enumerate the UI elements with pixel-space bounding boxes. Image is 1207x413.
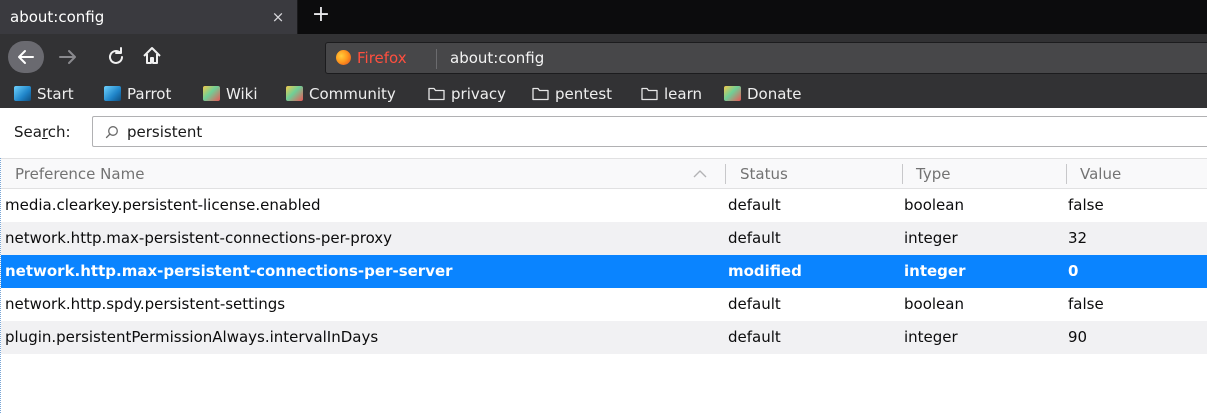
preferences-table: Preference Name Status Type Value media.…: [0, 158, 1207, 413]
column-header-status[interactable]: Status: [740, 165, 788, 183]
bookmark-label: Wiki: [226, 85, 258, 103]
pref-status: modified: [728, 262, 802, 280]
firefox-logo-icon: [336, 50, 351, 65]
forward-arrow-icon[interactable]: [56, 45, 80, 69]
wiki-icon: [286, 86, 303, 101]
table-row[interactable]: plugin.persistentPermissionAlways.interv…: [1, 321, 1207, 354]
url-text[interactable]: about:config: [450, 48, 544, 68]
pref-name: network.http.max-persistent-connections-…: [5, 229, 393, 247]
pref-name: network.http.max-persistent-connections-…: [5, 262, 453, 280]
pref-status: default: [728, 196, 781, 214]
pref-status: default: [728, 295, 781, 313]
table-header: Preference Name Status Type Value: [1, 158, 1207, 189]
column-divider[interactable]: [902, 164, 903, 184]
about-config-page: Search: Preference Name Status Type Valu…: [0, 108, 1207, 413]
search-icon: [105, 126, 118, 139]
back-button[interactable]: [8, 41, 44, 73]
table-row[interactable]: network.http.max-persistent-connections-…: [1, 222, 1207, 255]
pref-value: 32: [1068, 229, 1088, 247]
identity-label: Firefox: [357, 49, 407, 67]
pref-name: network.http.spdy.persistent-settings: [5, 295, 286, 313]
parrot-icon: [104, 86, 121, 101]
search-label: Search:: [14, 123, 71, 141]
pref-value: false: [1068, 295, 1104, 313]
bookmarks-toolbar: Start Parrot Wiki Community privacy pent…: [0, 80, 1207, 108]
bookmark-folder-privacy[interactable]: privacy: [428, 83, 506, 105]
sort-ascending-icon[interactable]: [693, 169, 707, 178]
tab-title: about:config: [10, 8, 105, 26]
pref-value: 0: [1068, 262, 1079, 280]
pref-type: integer: [904, 328, 958, 346]
pref-type: integer: [904, 229, 958, 247]
navigation-toolbar: Firefox about:config: [0, 34, 1207, 80]
bookmark-folder-learn[interactable]: learn: [641, 83, 702, 105]
bookmark-parrot[interactable]: Parrot: [104, 83, 171, 105]
pref-status: default: [728, 229, 781, 247]
tab-about-config[interactable]: about:config ×: [0, 0, 298, 34]
bookmark-start[interactable]: Start: [14, 83, 74, 105]
folder-icon: [428, 86, 445, 101]
identity-box[interactable]: Firefox: [336, 48, 407, 68]
wiki-icon: [724, 86, 741, 101]
bookmark-label: Start: [37, 85, 74, 103]
bookmark-folder-pentest[interactable]: pentest: [532, 83, 612, 105]
pref-name: media.clearkey.persistent-license.enable…: [5, 196, 321, 214]
column-header-name[interactable]: Preference Name: [15, 165, 144, 183]
column-header-value[interactable]: Value: [1080, 165, 1121, 183]
bookmark-label: pentest: [555, 85, 613, 103]
pref-status: default: [728, 328, 781, 346]
close-tab-icon[interactable]: ×: [268, 7, 288, 27]
folder-icon: [532, 86, 549, 101]
back-arrow-icon: [18, 50, 34, 64]
table-row[interactable]: network.http.spdy.persistent-settings de…: [1, 288, 1207, 321]
bookmark-community[interactable]: Community: [286, 83, 396, 105]
pref-type: boolean: [904, 196, 964, 214]
home-icon[interactable]: [140, 44, 164, 68]
bookmark-label: Community: [309, 85, 396, 103]
url-separator: [436, 49, 437, 69]
pref-value: false: [1068, 196, 1104, 214]
pref-type: boolean: [904, 295, 964, 313]
bookmark-label: Parrot: [127, 85, 172, 103]
column-header-type[interactable]: Type: [916, 165, 950, 183]
new-tab-button[interactable]: +: [308, 3, 334, 29]
pref-value: 90: [1068, 328, 1088, 346]
parrot-icon: [14, 86, 31, 101]
search-row: Search:: [0, 108, 1207, 156]
folder-icon: [641, 86, 658, 101]
bookmark-label: Donate: [747, 85, 802, 103]
table-row[interactable]: media.clearkey.persistent-license.enable…: [1, 189, 1207, 222]
pref-name: plugin.persistentPermissionAlways.interv…: [5, 328, 379, 346]
column-divider[interactable]: [725, 164, 726, 184]
pref-type: integer: [904, 262, 966, 280]
bookmark-label: learn: [664, 85, 702, 103]
table-row-selected[interactable]: network.http.max-persistent-connections-…: [1, 255, 1207, 288]
url-bar[interactable]: Firefox about:config: [325, 42, 1207, 74]
tab-strip: about:config × +: [0, 0, 1207, 34]
wiki-icon: [203, 86, 220, 101]
bookmark-wiki[interactable]: Wiki: [203, 83, 258, 105]
reload-icon[interactable]: [104, 45, 128, 69]
search-input[interactable]: [127, 121, 1127, 143]
bookmark-label: privacy: [451, 85, 507, 103]
column-divider[interactable]: [1066, 164, 1067, 184]
search-field[interactable]: [92, 116, 1207, 147]
bookmark-donate[interactable]: Donate: [724, 83, 802, 105]
